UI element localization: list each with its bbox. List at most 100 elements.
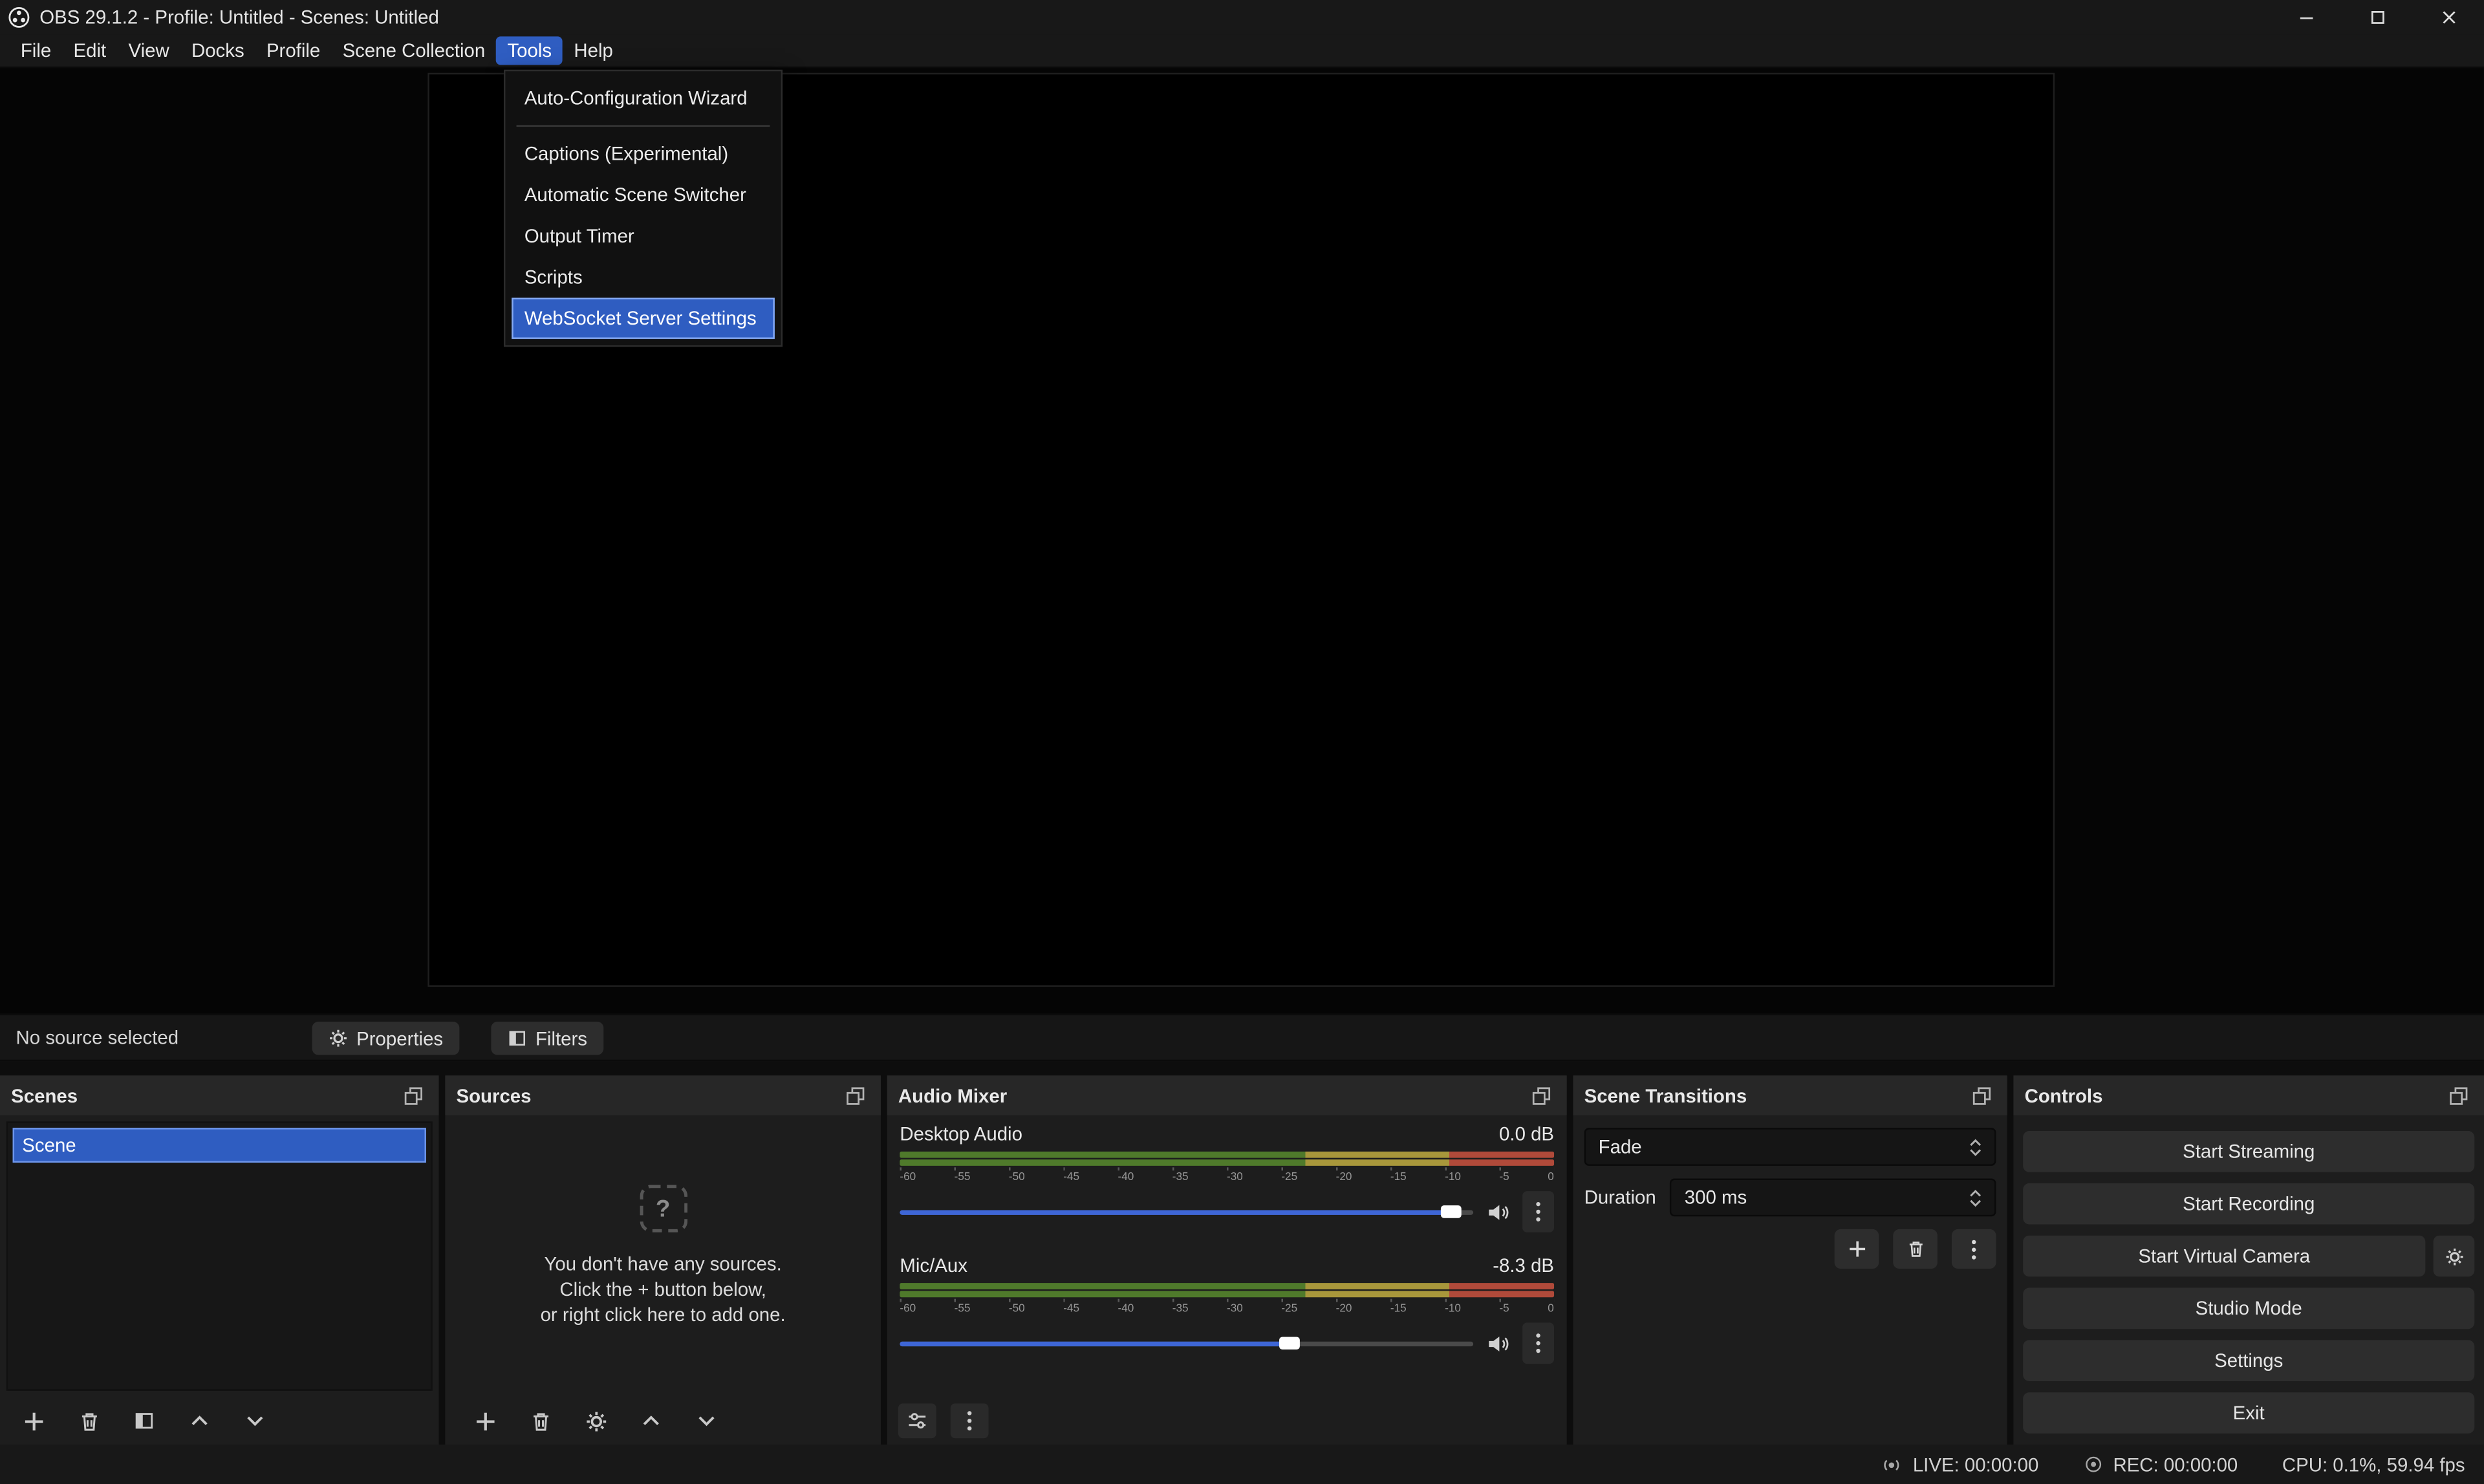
- sources-toolbar: [445, 1397, 881, 1445]
- volume-slider[interactable]: [900, 1332, 1473, 1354]
- settings-button[interactable]: Settings: [2023, 1340, 2474, 1381]
- menu-tools[interactable]: Tools: [496, 36, 563, 65]
- remove-scene-button[interactable]: [76, 1408, 102, 1434]
- speaker-icon[interactable]: [1486, 1331, 1510, 1355]
- maximize-button[interactable]: [2342, 0, 2413, 35]
- scene-name: Scene: [22, 1134, 76, 1156]
- sources-empty-state[interactable]: You don't have any sources. Click the + …: [445, 1115, 881, 1397]
- sources-empty-line: Click the + button below,: [559, 1276, 766, 1302]
- recording-icon: [2083, 1454, 2104, 1475]
- virtual-camera-settings-button[interactable]: [2434, 1236, 2475, 1277]
- transition-buttons: [1584, 1229, 1996, 1269]
- speaker-icon[interactable]: [1486, 1200, 1510, 1224]
- popout-icon[interactable]: [841, 1081, 870, 1110]
- popout-icon[interactable]: [399, 1081, 427, 1110]
- popout-icon[interactable]: [2445, 1081, 2473, 1110]
- filters-label: Filters: [535, 1027, 587, 1049]
- mixer-toolbar: [887, 1397, 1567, 1445]
- scene-list[interactable]: Scene: [6, 1121, 433, 1390]
- add-scene-button[interactable]: [21, 1408, 46, 1434]
- menu-item-websocket-server-settings[interactable]: WebSocket Server Settings: [512, 298, 775, 339]
- menu-docks[interactable]: Docks: [180, 36, 255, 65]
- advanced-audio-button[interactable]: [898, 1403, 936, 1438]
- controls-body: Start Streaming Start Recording Start Vi…: [2013, 1115, 2484, 1445]
- menu-file[interactable]: File: [10, 36, 63, 65]
- studio-mode-button[interactable]: Studio Mode: [2023, 1288, 2474, 1329]
- scene-transitions-title: Scene Transitions: [1584, 1084, 1747, 1106]
- scenes-panel-title: Scenes: [11, 1084, 78, 1106]
- exit-button[interactable]: Exit: [2023, 1392, 2474, 1434]
- start-recording-button[interactable]: Start Recording: [2023, 1183, 2474, 1225]
- broadcast-icon: [1881, 1454, 1903, 1476]
- menu-edit[interactable]: Edit: [62, 36, 117, 65]
- live-time: LIVE: 00:00:00: [1913, 1454, 2039, 1476]
- slider-handle[interactable]: [1440, 1205, 1461, 1218]
- properties-button[interactable]: Properties: [312, 1022, 459, 1055]
- add-source-button[interactable]: [472, 1408, 497, 1434]
- volume-meter: -60-55-50-45-40-35-30-25-20-15-10-50: [900, 1152, 1554, 1183]
- menu-scene-collection[interactable]: Scene Collection: [331, 36, 496, 65]
- menu-help[interactable]: Help: [563, 36, 624, 65]
- scenes-toolbar: [0, 1397, 439, 1445]
- slider-fill: [900, 1210, 1450, 1214]
- cpu-fps-stats: CPU: 0.1%, 59.94 fps: [2282, 1454, 2465, 1476]
- menu-view[interactable]: View: [117, 36, 180, 65]
- menu-item-scripts[interactable]: Scripts: [512, 257, 775, 298]
- obs-logo-icon: [8, 6, 30, 28]
- transition-select[interactable]: Fade: [1584, 1128, 1996, 1166]
- popout-icon[interactable]: [1527, 1081, 1555, 1110]
- duration-label: Duration: [1584, 1187, 1656, 1209]
- spinner-arrows-icon[interactable]: [1969, 1188, 1982, 1206]
- question-icon: [639, 1185, 686, 1232]
- filters-button[interactable]: Filters: [491, 1022, 603, 1055]
- popout-icon[interactable]: [1967, 1081, 1996, 1110]
- duration-value: 300 ms: [1685, 1187, 1969, 1209]
- audio-mixer-title: Audio Mixer: [898, 1084, 1007, 1106]
- menu-item-captions[interactable]: Captions (Experimental): [512, 133, 775, 175]
- channel-name: Desktop Audio: [900, 1123, 1022, 1145]
- window-title: OBS 29.1.2 - Profile: Untitled - Scenes:…: [39, 6, 439, 28]
- audio-mixer-panel: Audio Mixer Desktop Audio 0.0 dB: [887, 1075, 1567, 1445]
- menu-item-auto-configuration-wizard[interactable]: Auto-Configuration Wizard: [512, 78, 775, 119]
- sources-empty-line: or right click here to add one.: [541, 1302, 786, 1328]
- obs-window: OBS 29.1.2 - Profile: Untitled - Scenes:…: [0, 0, 2484, 1484]
- sources-panel: Sources You don't have any sources. Clic…: [445, 1075, 881, 1445]
- start-streaming-button[interactable]: Start Streaming: [2023, 1131, 2474, 1172]
- duration-spinbox[interactable]: 300 ms: [1670, 1179, 1996, 1217]
- plus-icon: [1846, 1239, 1867, 1260]
- remove-transition-button[interactable]: [1893, 1229, 1938, 1269]
- slider-handle[interactable]: [1279, 1337, 1300, 1350]
- remove-source-button[interactable]: [528, 1408, 553, 1434]
- move-source-down-button[interactable]: [694, 1408, 719, 1434]
- scene-filters-icon[interactable]: [131, 1408, 157, 1434]
- scene-transitions-body: Fade Duration 300 ms: [1573, 1115, 2007, 1445]
- minimize-button[interactable]: [2270, 0, 2341, 35]
- advanced-audio-icon: [906, 1410, 928, 1432]
- minimize-icon: [2298, 10, 2313, 25]
- rec-time: REC: 00:00:00: [2113, 1454, 2238, 1476]
- kebab-icon: [1535, 1201, 1542, 1223]
- maximize-icon: [2369, 10, 2384, 25]
- move-source-up-button[interactable]: [638, 1408, 664, 1434]
- add-transition-button[interactable]: [1835, 1229, 1879, 1269]
- source-toolbar: No source selected Properties Filters: [0, 1014, 2484, 1061]
- duration-row: Duration 300 ms: [1584, 1179, 1996, 1217]
- start-virtual-camera-button[interactable]: Start Virtual Camera: [2023, 1236, 2425, 1277]
- close-button[interactable]: [2413, 0, 2484, 35]
- channel-options-button[interactable]: [1522, 1322, 1554, 1364]
- scenes-panel: Scenes Scene: [0, 1075, 439, 1445]
- volume-meter: -60-55-50-45-40-35-30-25-20-15-10-50: [900, 1283, 1554, 1315]
- menu-item-output-timer[interactable]: Output Timer: [512, 215, 775, 257]
- menu-profile[interactable]: Profile: [255, 36, 332, 65]
- move-scene-up-button[interactable]: [187, 1408, 212, 1434]
- volume-slider[interactable]: [900, 1201, 1473, 1223]
- move-scene-down-button[interactable]: [243, 1408, 268, 1434]
- slider-fill: [900, 1342, 1290, 1346]
- menu-item-automatic-scene-switcher[interactable]: Automatic Scene Switcher: [512, 174, 775, 215]
- scene-list-item[interactable]: Scene: [13, 1128, 426, 1163]
- transition-options-button[interactable]: [1952, 1229, 1996, 1269]
- meter-scale: -60-55-50-45-40-35-30-25-20-15-10-50: [900, 1172, 1554, 1183]
- source-properties-gear-icon[interactable]: [583, 1408, 608, 1434]
- channel-options-button[interactable]: [1522, 1191, 1554, 1232]
- mixer-options-button[interactable]: [951, 1403, 989, 1438]
